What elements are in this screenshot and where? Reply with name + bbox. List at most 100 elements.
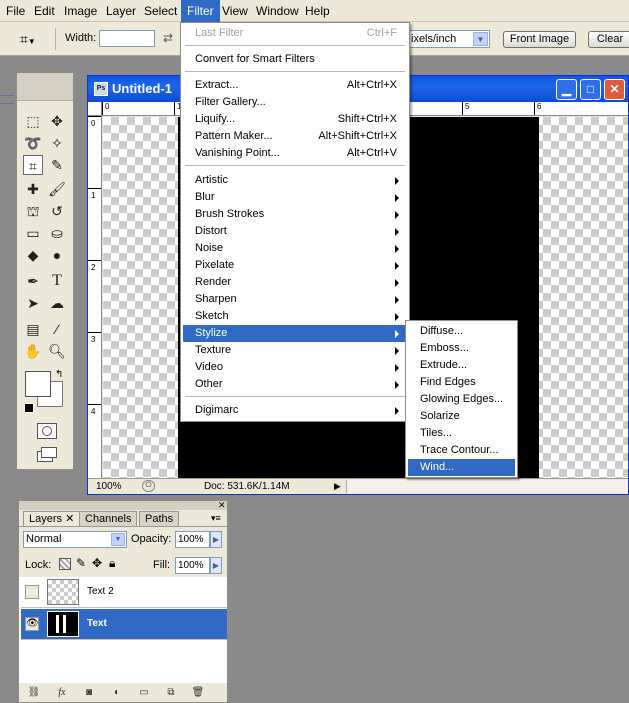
lock-position-icon[interactable]: ✥ xyxy=(92,556,102,570)
blend-mode-select[interactable]: Normal ▼ xyxy=(23,531,127,548)
submenu-brush-strokes[interactable]: Brush Strokes xyxy=(183,206,407,223)
menu-item-tiles[interactable]: Tiles... xyxy=(408,425,515,442)
status-menu-icon[interactable]: ⎔ xyxy=(142,480,155,492)
menu-item-glowing-edges[interactable]: Glowing Edges... xyxy=(408,391,515,408)
zoom-level[interactable]: 100% xyxy=(96,479,122,494)
lock-all-icon[interactable]: 🔒︎ xyxy=(109,556,115,571)
menu-item-emboss[interactable]: Emboss... xyxy=(408,340,515,357)
link-layers-icon[interactable]: ⛓ xyxy=(27,687,41,699)
menu-item-wind[interactable]: Wind... xyxy=(408,459,515,476)
path-selection-tool-icon[interactable]: ➤ xyxy=(23,293,43,313)
submenu-render[interactable]: Render xyxy=(183,274,407,291)
fill-field[interactable]: 100% xyxy=(175,557,210,574)
layer-mask-icon[interactable]: ◙ xyxy=(82,687,96,699)
history-brush-tool-icon[interactable]: ↺ xyxy=(47,201,67,221)
menu-view[interactable]: View xyxy=(216,0,254,22)
adjustment-layer-icon[interactable]: ◐ xyxy=(110,687,124,699)
menu-layer[interactable]: Layer xyxy=(100,0,142,22)
menu-help[interactable]: Help xyxy=(299,0,336,22)
menu-item-extrude[interactable]: Extrude... xyxy=(408,357,515,374)
slice-tool-icon[interactable]: ✎ xyxy=(47,155,67,175)
quick-mask-icon[interactable] xyxy=(37,423,57,439)
menu-filter[interactable]: Filter xyxy=(181,0,220,22)
clone-stamp-tool-icon[interactable]: ⛫ xyxy=(23,201,43,221)
marquee-tool-icon[interactable]: ⬚ xyxy=(23,111,43,131)
layer-row[interactable]: 👁︎ Text xyxy=(21,609,227,640)
chevron-down-icon[interactable]: ▼ xyxy=(473,32,488,46)
submenu-digimarc[interactable]: Digimarc xyxy=(183,402,407,419)
minimize-button[interactable]: ▁ xyxy=(556,79,577,100)
maximize-button[interactable]: □ xyxy=(580,79,601,100)
lock-transparent-icon[interactable] xyxy=(59,558,71,570)
tab-close-icon[interactable]: ✕ xyxy=(65,513,74,525)
healing-brush-tool-icon[interactable]: ✚ xyxy=(23,179,43,199)
tab-channels[interactable]: Channels xyxy=(79,511,138,526)
paint-bucket-tool-icon[interactable]: ⛀ xyxy=(47,223,67,243)
submenu-stylize[interactable]: Stylize xyxy=(183,325,407,342)
submenu-sketch[interactable]: Sketch xyxy=(183,308,407,325)
layer-style-icon[interactable]: fx xyxy=(55,687,69,699)
hand-tool-icon[interactable]: ✋ xyxy=(23,341,43,361)
opacity-field[interactable]: 100% xyxy=(175,531,210,548)
lasso-tool-icon[interactable]: ➰ xyxy=(23,133,43,153)
swap-colors-icon[interactable]: ↰ xyxy=(55,369,67,381)
menu-item-extract[interactable]: Extract... Alt+Ctrl+X xyxy=(183,77,407,94)
panel-menu-icon[interactable]: ▾≡ xyxy=(211,513,221,524)
menu-item-diffuse[interactable]: Diffuse... xyxy=(408,323,515,340)
menu-edit[interactable]: Edit xyxy=(28,0,61,22)
menu-item-filter-gallery[interactable]: Filter Gallery... xyxy=(183,94,407,111)
pen-tool-icon[interactable]: ✒ xyxy=(23,271,43,291)
opacity-slider-arrow-icon[interactable]: ▶ xyxy=(210,531,222,548)
submenu-distort[interactable]: Distort xyxy=(183,223,407,240)
default-colors-icon[interactable] xyxy=(24,403,34,413)
submenu-texture[interactable]: Texture xyxy=(183,342,407,359)
clear-button[interactable]: Clear xyxy=(588,31,629,48)
submenu-video[interactable]: Video xyxy=(183,359,407,376)
brush-tool-icon[interactable]: 🖌 xyxy=(47,179,67,199)
layer-row[interactable]: Text 2 xyxy=(21,577,227,608)
status-arrow-icon[interactable]: ▶ xyxy=(334,479,341,494)
new-group-icon[interactable]: ▭ xyxy=(137,687,151,699)
submenu-blur[interactable]: Blur xyxy=(183,189,407,206)
visibility-toggle-icon[interactable]: 👁︎ xyxy=(25,617,39,631)
ruler-vertical[interactable]: 0 1 2 3 4 xyxy=(88,116,102,478)
tab-layers[interactable]: Layers ✕ xyxy=(23,511,81,526)
menu-item-find-edges[interactable]: Find Edges xyxy=(408,374,515,391)
dodge-tool-icon[interactable]: ● xyxy=(47,245,67,265)
crop-tool-icon[interactable]: ⌗ xyxy=(23,155,43,175)
visibility-toggle-icon[interactable] xyxy=(25,585,39,599)
menu-select[interactable]: Select xyxy=(138,0,183,22)
submenu-noise[interactable]: Noise xyxy=(183,240,407,257)
submenu-artistic[interactable]: Artistic xyxy=(183,172,407,189)
eyedropper-tool-icon[interactable]: ⁄ xyxy=(47,319,67,339)
shape-tool-icon[interactable]: ☁ xyxy=(47,293,67,313)
menu-item-convert-smart-filters[interactable]: Convert for Smart Filters xyxy=(183,51,407,68)
type-tool-icon[interactable]: T xyxy=(47,271,67,291)
horizontal-scrollbar[interactable] xyxy=(346,480,628,493)
close-button[interactable]: ✕ xyxy=(604,79,625,100)
menu-image[interactable]: Image xyxy=(58,0,103,22)
menu-item-trace-contour[interactable]: Trace Contour... xyxy=(408,442,515,459)
move-tool-icon[interactable]: ✥ xyxy=(47,111,67,131)
panel-grip[interactable] xyxy=(19,501,227,510)
notes-tool-icon[interactable]: ▤ xyxy=(23,319,43,339)
ruler-origin[interactable] xyxy=(88,102,102,116)
magic-wand-tool-icon[interactable]: ✧ xyxy=(47,133,67,153)
submenu-other[interactable]: Other xyxy=(183,376,407,393)
front-image-button[interactable]: Front Image xyxy=(503,31,576,48)
crop-tool-preset-icon[interactable]: ⌗▼ xyxy=(20,30,48,48)
chevron-down-icon[interactable]: ▼ xyxy=(111,533,125,546)
panel-close-icon[interactable]: ✕ xyxy=(218,501,226,510)
delete-layer-icon[interactable]: 🗑︎ xyxy=(191,687,205,699)
lock-image-icon[interactable]: ✎ xyxy=(76,556,86,570)
submenu-sharpen[interactable]: Sharpen xyxy=(183,291,407,308)
fill-slider-arrow-icon[interactable]: ▶ xyxy=(210,557,222,574)
eraser-tool-icon[interactable]: ▭ xyxy=(23,223,43,243)
submenu-pixelate[interactable]: Pixelate xyxy=(183,257,407,274)
blur-tool-icon[interactable]: ◆ xyxy=(23,245,43,265)
new-layer-icon[interactable]: ⧉ xyxy=(164,687,178,699)
menu-item-vanishing-point[interactable]: Vanishing Point... Alt+Ctrl+V xyxy=(183,145,407,162)
tab-paths[interactable]: Paths xyxy=(139,511,180,526)
menu-item-liquify[interactable]: Liquify... Shift+Ctrl+X xyxy=(183,111,407,128)
swap-dimensions-icon[interactable]: ⇄ xyxy=(163,31,177,45)
